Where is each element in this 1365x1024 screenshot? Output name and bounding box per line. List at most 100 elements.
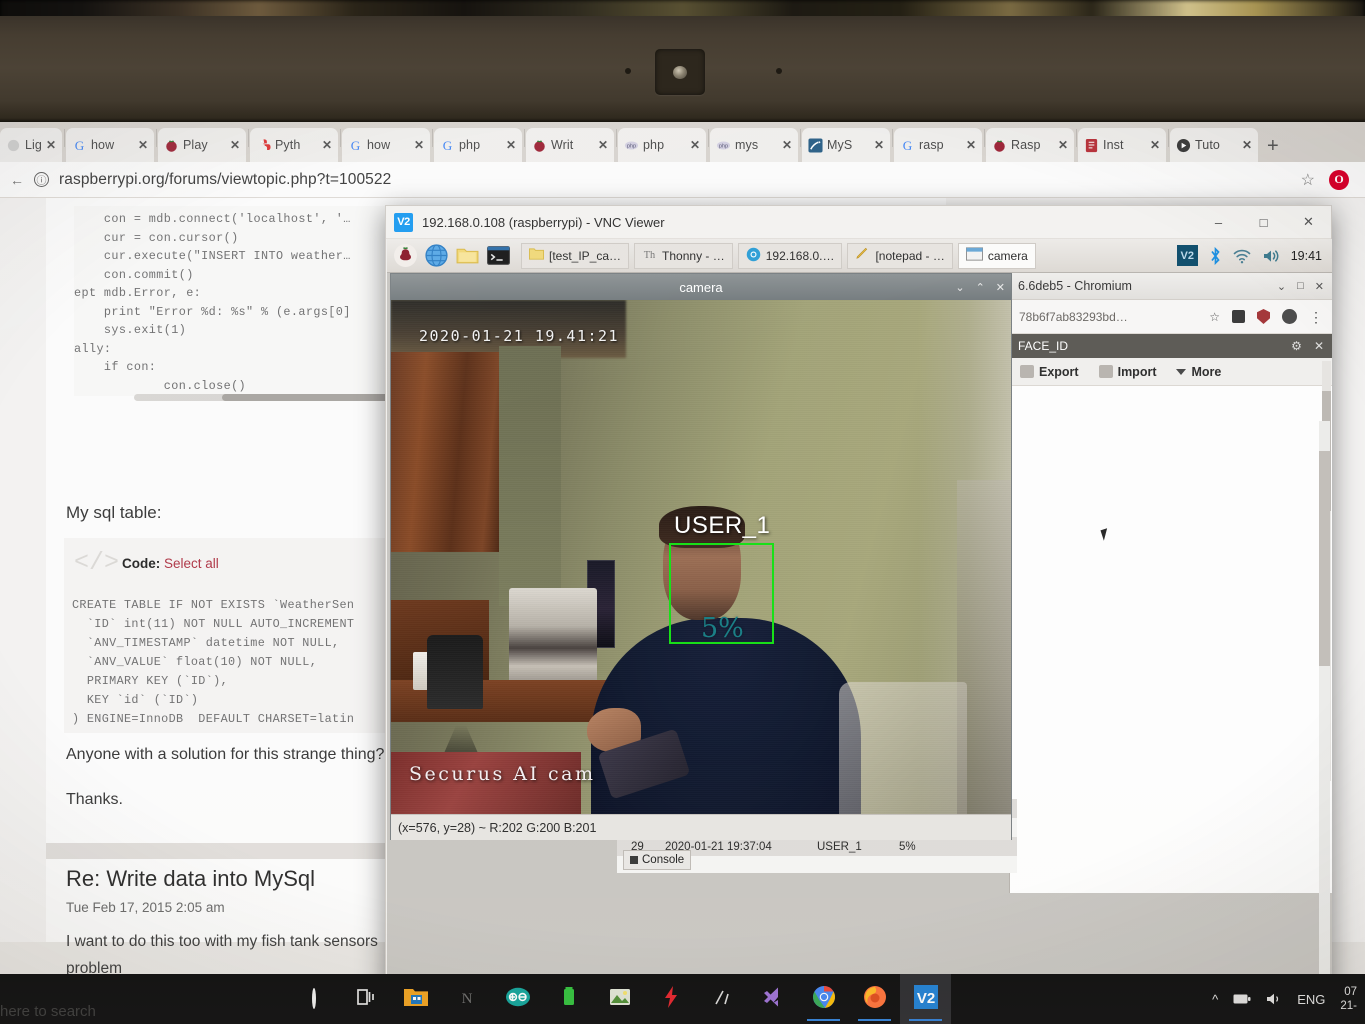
pi-task-thonny[interactable]: Th Thonny - … bbox=[634, 242, 733, 269]
tab-close-icon[interactable]: ✕ bbox=[966, 138, 976, 152]
browser-tab-how[interactable]: Ghow ✕ bbox=[342, 128, 430, 162]
browser-tab-php[interactable]: php php ✕ bbox=[618, 128, 706, 162]
chromium-close-button[interactable]: ✕ bbox=[1315, 280, 1324, 293]
chromium-window[interactable]: 6.6deb5 - Chromium ⌄ □ ✕ 78b6f7ab83293bd… bbox=[1009, 273, 1332, 893]
taskbar-item-chrome[interactable] bbox=[798, 974, 849, 1024]
pi-task-chromium[interactable]: 192.168.0.… bbox=[737, 242, 843, 269]
new-tab-button[interactable]: + bbox=[1267, 136, 1279, 156]
web-browser-icon[interactable] bbox=[424, 243, 449, 268]
chromium-minimize-button[interactable]: ⌄ bbox=[1277, 280, 1286, 293]
export-button[interactable]: Export bbox=[1020, 365, 1079, 379]
bluetooth-icon[interactable] bbox=[1209, 246, 1222, 265]
browser-tab-php[interactable]: Gphp ✕ bbox=[434, 128, 522, 162]
tab-close-icon[interactable]: ✕ bbox=[1150, 138, 1160, 152]
taskbar-item-arduino[interactable] bbox=[492, 974, 543, 1024]
tab-close-icon[interactable]: ✕ bbox=[1242, 138, 1252, 152]
select-all-link[interactable]: Select all bbox=[164, 556, 219, 571]
tab-close-icon[interactable]: ✕ bbox=[138, 138, 148, 152]
chromium-maximize-button[interactable]: □ bbox=[1297, 280, 1304, 293]
volume-icon[interactable] bbox=[1262, 248, 1280, 264]
volume-icon[interactable] bbox=[1266, 992, 1282, 1006]
camera-minimize-button[interactable]: ⌄ bbox=[955, 281, 964, 294]
taskbar-clock[interactable]: 07 21- bbox=[1340, 985, 1357, 1013]
browser-tab-mys[interactable]: php mys ✕ bbox=[710, 128, 798, 162]
cortana-icon[interactable] bbox=[311, 988, 316, 1009]
camera-window[interactable]: camera ⌄ ⌃ ✕ 2020-01-21 19.41:21 USER_1 … bbox=[390, 273, 1012, 840]
taskbar-item-visual-studio[interactable] bbox=[747, 974, 798, 1024]
battery-icon[interactable] bbox=[1233, 993, 1251, 1005]
console-button[interactable]: Console bbox=[623, 850, 692, 870]
taskbar-search-placeholder[interactable]: here to search bbox=[0, 1003, 96, 1020]
taskbar-pinned-items: N V2 bbox=[288, 974, 951, 1024]
chromium-menu-icon[interactable]: ⋮ bbox=[1309, 310, 1323, 324]
browser-tab-play[interactable]: Play ✕ bbox=[158, 128, 246, 162]
address-bar-url[interactable]: raspberrypi.org/forums/viewtopic.php?t=1… bbox=[59, 171, 391, 189]
taskbar-item-notepadpp[interactable]: N bbox=[441, 974, 492, 1024]
browser-tab-rasp[interactable]: Rasp ✕ bbox=[986, 128, 1074, 162]
chromium-bookmark-icon[interactable]: ☆ bbox=[1209, 310, 1220, 324]
browser-tab-rasp[interactable]: Grasp ✕ bbox=[894, 128, 982, 162]
tab-close-icon[interactable]: ✕ bbox=[46, 138, 56, 152]
taskbar-item-cortana[interactable] bbox=[288, 974, 339, 1024]
camera-maximize-button[interactable]: ⌃ bbox=[976, 281, 985, 294]
browser-tab-pyth[interactable]: Pyth ✕ bbox=[250, 128, 338, 162]
page-info-icon[interactable]: ⓘ bbox=[34, 172, 49, 187]
bookmark-star-icon[interactable]: ☆ bbox=[1301, 170, 1315, 190]
wifi-icon[interactable] bbox=[1233, 248, 1251, 264]
vnc-close-button[interactable]: ✕ bbox=[1286, 206, 1331, 238]
browser-tab-how[interactable]: Ghow ✕ bbox=[66, 128, 154, 162]
taskbar-item-tool[interactable] bbox=[696, 974, 747, 1024]
tab-close-icon[interactable]: ✕ bbox=[506, 138, 516, 152]
tab-close-icon[interactable]: ✕ bbox=[322, 138, 332, 152]
tab-close-icon[interactable]: ✕ bbox=[230, 138, 240, 152]
terminal-icon[interactable] bbox=[486, 243, 511, 268]
show-hidden-icons-icon[interactable]: ^ bbox=[1212, 992, 1218, 1007]
vnc-title-bar[interactable]: V2 192.168.0.108 (raspberrypi) - VNC Vie… bbox=[386, 206, 1331, 239]
tab-close-icon[interactable]: ✕ bbox=[782, 138, 792, 152]
taskbar-item-task-view[interactable] bbox=[339, 974, 390, 1024]
panel-close-icon[interactable]: ✕ bbox=[1314, 339, 1324, 353]
browser-tab-mys[interactable]: MyS ✕ bbox=[802, 128, 890, 162]
back-icon[interactable]: ← bbox=[10, 172, 24, 188]
browser-tab-inst[interactable]: Inst ✕ bbox=[1078, 128, 1166, 162]
opera-extension-icon[interactable]: O bbox=[1329, 169, 1349, 190]
browser-tab-writ[interactable]: Writ ✕ bbox=[526, 128, 614, 162]
tab-close-icon[interactable]: ✕ bbox=[690, 138, 700, 152]
raspberry-menu-icon[interactable] bbox=[393, 243, 418, 268]
vnc-minimize-button[interactable]: – bbox=[1196, 206, 1241, 238]
extension-icon[interactable] bbox=[1232, 310, 1245, 323]
toolbar-button-label: More bbox=[1191, 364, 1222, 379]
chromium-url[interactable]: 78b6f7ab83293bd… bbox=[1019, 310, 1197, 324]
pi-task-camera[interactable]: camera bbox=[957, 242, 1036, 269]
taskbar-item-win32diskimager[interactable] bbox=[594, 974, 645, 1024]
browser-tab-tuto[interactable]: Tuto ✕ bbox=[1170, 128, 1258, 162]
phpmyadmin-panel-tab[interactable]: FACE_ID ⚙ ✕ bbox=[1010, 334, 1332, 358]
camera-close-button[interactable]: ✕ bbox=[996, 281, 1005, 294]
vnc-maximize-button[interactable]: □ bbox=[1241, 206, 1286, 238]
browser-tab-ligh[interactable]: Ligh ✕ bbox=[0, 128, 62, 162]
tab-close-icon[interactable]: ✕ bbox=[414, 138, 424, 152]
taskbar-item-vnc-viewer[interactable]: V2 bbox=[900, 974, 951, 1024]
reply-post-title[interactable]: Re: Write data into MySql bbox=[66, 866, 315, 892]
language-indicator[interactable]: ENG bbox=[1297, 992, 1325, 1007]
panel-settings-icon[interactable]: ⚙ bbox=[1291, 339, 1302, 353]
taskbar-item-flash[interactable] bbox=[645, 974, 696, 1024]
taskbar-item-putty[interactable] bbox=[543, 974, 594, 1024]
pi-tray-vnc-icon[interactable]: V2 bbox=[1176, 245, 1198, 266]
folder-icon bbox=[529, 247, 544, 264]
import-button[interactable]: Import bbox=[1098, 365, 1156, 379]
taskbar-item-file-explorer[interactable] bbox=[390, 974, 441, 1024]
file-manager-icon[interactable] bbox=[455, 243, 480, 268]
chromium-title-bar[interactable]: 6.6deb5 - Chromium ⌄ □ ✕ bbox=[1010, 273, 1332, 300]
tab-close-icon[interactable]: ✕ bbox=[1058, 138, 1068, 152]
more-button[interactable]: More bbox=[1176, 365, 1221, 379]
shield-icon[interactable] bbox=[1257, 309, 1270, 324]
tab-close-icon[interactable]: ✕ bbox=[874, 138, 884, 152]
vnc-viewer-window[interactable]: V2 192.168.0.108 (raspberrypi) - VNC Vie… bbox=[385, 205, 1332, 1024]
pi-task-notepad[interactable]: [notepad - … bbox=[847, 242, 953, 269]
vnc-vertical-scrollbar[interactable] bbox=[1319, 421, 1330, 981]
pi-task-folder[interactable]: [test_IP_ca… bbox=[521, 242, 630, 269]
tab-close-icon[interactable]: ✕ bbox=[598, 138, 608, 152]
taskbar-item-firefox[interactable] bbox=[849, 974, 900, 1024]
camera-title-bar[interactable]: camera ⌄ ⌃ ✕ bbox=[391, 274, 1011, 300]
